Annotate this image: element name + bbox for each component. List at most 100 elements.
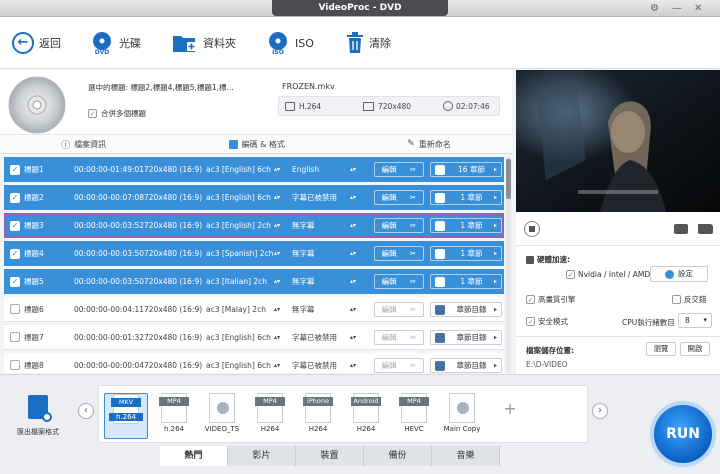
minimize-icon[interactable]: — [672, 3, 682, 14]
browse-button[interactable]: 瀏覽 [646, 342, 676, 356]
table-row[interactable]: 標題8 00:00:00-00:00:04 720x480 (16:9) ac3 [E… [4, 353, 504, 373]
clear-button[interactable]: 清除 [346, 29, 391, 57]
scroll-thumb[interactable] [506, 159, 511, 199]
iso-button[interactable]: ISO ISO [266, 29, 314, 57]
edit-button[interactable]: 編輯 ✂ [374, 302, 424, 317]
title-time-range[interactable]: 00:00:00-01:49:01 [74, 165, 144, 174]
audio-track-select[interactable]: ac3 [Italian] 2ch [206, 277, 267, 286]
chapters-button[interactable]: 章節目錄 ▸ [430, 358, 502, 373]
tab-rename[interactable]: ✎ 重新命名 [407, 139, 451, 150]
row-checkbox[interactable] [10, 304, 20, 314]
run-button[interactable]: RUN [650, 401, 716, 467]
category-tab[interactable]: 裝置 [296, 446, 364, 466]
row-checkbox[interactable] [10, 360, 20, 370]
tab-encode-format[interactable]: 編碼 & 格式 [228, 139, 285, 150]
add-format-icon[interactable]: + [502, 401, 518, 417]
safe-mode-checkbox[interactable]: ✓ 安全模式 [526, 316, 568, 327]
audio-track-select[interactable]: ac3 [Malay] 2ch [206, 305, 266, 314]
category-tab[interactable]: 影片 [228, 446, 296, 466]
category-tab[interactable]: 備份 [364, 446, 432, 466]
format-item[interactable]: MKV h.264 [104, 393, 148, 439]
category-tab[interactable]: 熱門 [160, 446, 228, 466]
edit-button[interactable]: 編輯 ✂ [374, 162, 424, 177]
subtitle-select[interactable]: 無字幕 [292, 220, 315, 231]
format-label: VIDEO_TS [204, 425, 240, 433]
output-format-button[interactable]: 匯出檔案格式 [10, 395, 66, 439]
chapters-button[interactable]: 1 章節 ▸ [430, 218, 502, 233]
gpu-checkbox[interactable]: ✓ Nvidia / Intel / AMD [566, 270, 650, 279]
chapters-button[interactable]: 16 章節 ▸ [430, 162, 502, 177]
audio-track-select[interactable]: ac3 [English] 6ch [206, 333, 271, 342]
row-checkbox[interactable]: ✓ [10, 248, 20, 259]
tab-file-info[interactable]: ⓘ 檔案資訊 [61, 138, 106, 151]
hq-engine-checkbox[interactable]: ✓ 高畫質引擎 [526, 294, 576, 305]
hw-settings-button[interactable]: 設定 [650, 266, 708, 282]
title-time-range[interactable]: 00:00:00-00:03:52 [74, 221, 144, 230]
format-item[interactable]: MP4 H264 [248, 393, 292, 439]
format-prev-button[interactable]: ‹ [78, 403, 94, 419]
subtitle-select[interactable]: English [292, 165, 319, 174]
deinterlace-checkbox[interactable]: 反交錯 [672, 294, 707, 305]
format-next-button[interactable]: › [592, 403, 608, 419]
subtitle-select[interactable]: 無字幕 [292, 276, 315, 287]
subtitle-select[interactable]: 字幕已被禁用 [292, 360, 337, 371]
table-row[interactable]: ✓ 標題3 00:00:00-00:03:52 720x480 (16:9) ac3 [… [4, 213, 504, 238]
subtitle-select[interactable]: 無字幕 [292, 304, 315, 315]
chapters-button[interactable]: 章節目錄 ▸ [430, 330, 502, 345]
close-icon[interactable]: ✕ [694, 3, 702, 14]
gear-icon[interactable]: ⚙ [650, 3, 659, 14]
table-row[interactable]: ✓ 標題4 00:00:00-00:03:50 720x480 (16:9) ac3 [… [4, 241, 504, 266]
row-checkbox[interactable]: ✓ [10, 164, 20, 175]
table-row[interactable]: 標題7 00:00:00-00:01:32 720x480 (16:9) ac3 [E… [4, 325, 504, 350]
title-time-range[interactable]: 00:00:00-00:00:04 [74, 361, 144, 370]
title-time-range[interactable]: 00:00:00-00:03:50 [74, 249, 144, 258]
format-item[interactable]: VIDEO_TS [200, 393, 244, 439]
format-item[interactable]: MP4 HEVC [392, 393, 436, 439]
audio-track-select[interactable]: ac3 [English] 2ch [206, 221, 271, 230]
subtitle-select[interactable]: 無字幕 [292, 248, 315, 259]
open-button[interactable]: 開啟 [680, 342, 710, 356]
subtitle-select[interactable]: 字幕已被禁用 [292, 192, 337, 203]
format-item[interactable]: Android H264 [344, 393, 388, 439]
edit-button[interactable]: 編輯 ✂ [374, 190, 424, 205]
format-item[interactable]: iPhone H264 [296, 393, 340, 439]
table-row[interactable]: 標題6 00:00:00-00:04:11 720x480 (16:9) ac3 [M… [4, 297, 504, 322]
row-checkbox[interactable]: ✓ [10, 276, 20, 287]
category-tab[interactable]: 音樂 [432, 446, 500, 466]
title-time-range[interactable]: 00:00:00-00:04:11 [74, 305, 144, 314]
table-row[interactable]: ✓ 標題5 00:00:00-00:03:50 720x480 (16:9) ac3 [… [4, 269, 504, 294]
back-button[interactable]: ← 返回 [12, 29, 61, 57]
title-time-range[interactable]: 00:00:00-00:03:50 [74, 277, 144, 286]
edit-button[interactable]: 編輯 ✂ [374, 358, 424, 373]
title-time-range[interactable]: 00:00:00-00:07:08 [74, 193, 144, 202]
audio-track-select[interactable]: ac3 [English] 6ch [206, 361, 271, 370]
snapshot-camera-icon[interactable] [674, 224, 688, 234]
audio-track-select[interactable]: ac3 [Spanish] 2ch [206, 249, 273, 258]
chapters-button[interactable]: 1 章節 ▸ [430, 246, 502, 261]
open-folder-icon[interactable] [698, 224, 713, 234]
audio-track-select[interactable]: ac3 [English] 6ch [206, 165, 271, 174]
chapters-button[interactable]: 章節目錄 ▸ [430, 302, 502, 317]
table-row[interactable]: ✓ 標題1 00:00:00-01:49:01 720x480 (16:9) ac3 [… [4, 157, 504, 182]
edit-button[interactable]: 編輯 ✂ [374, 246, 424, 261]
stop-button[interactable] [524, 221, 540, 237]
edit-button[interactable]: 編輯 ✂ [374, 218, 424, 233]
chapters-button[interactable]: 1 章節 ▸ [430, 274, 502, 289]
row-checkbox[interactable] [10, 332, 20, 342]
audio-track-select[interactable]: ac3 [English] 6ch [206, 193, 271, 202]
edit-button[interactable]: 編輯 ✂ [374, 274, 424, 289]
format-item[interactable]: MP4 h.264 [152, 393, 196, 439]
edit-button[interactable]: 編輯 ✂ [374, 330, 424, 345]
cpu-cores-select[interactable]: 8 ▾ [678, 313, 712, 328]
chapters-button[interactable]: 1 章節 ▸ [430, 190, 502, 205]
dvd-button[interactable]: DVD 光碟 [90, 29, 141, 57]
table-row[interactable]: ✓ 標題2 00:00:00-00:07:08 720x480 (16:9) ac3 [… [4, 185, 504, 210]
title-time-range[interactable]: 00:00:00-00:01:32 [74, 333, 144, 342]
row-checkbox[interactable]: ✓ [10, 192, 20, 203]
merge-titles-checkbox[interactable]: ✓ 合併多個標題 [88, 108, 146, 119]
title-list-scrollbar[interactable] [506, 157, 511, 373]
format-item[interactable]: Main Copy [440, 393, 484, 439]
subtitle-select[interactable]: 字幕已被禁用 [292, 332, 337, 343]
folder-button[interactable]: 資料夾 [172, 29, 236, 57]
row-checkbox[interactable]: ✓ [10, 220, 20, 231]
